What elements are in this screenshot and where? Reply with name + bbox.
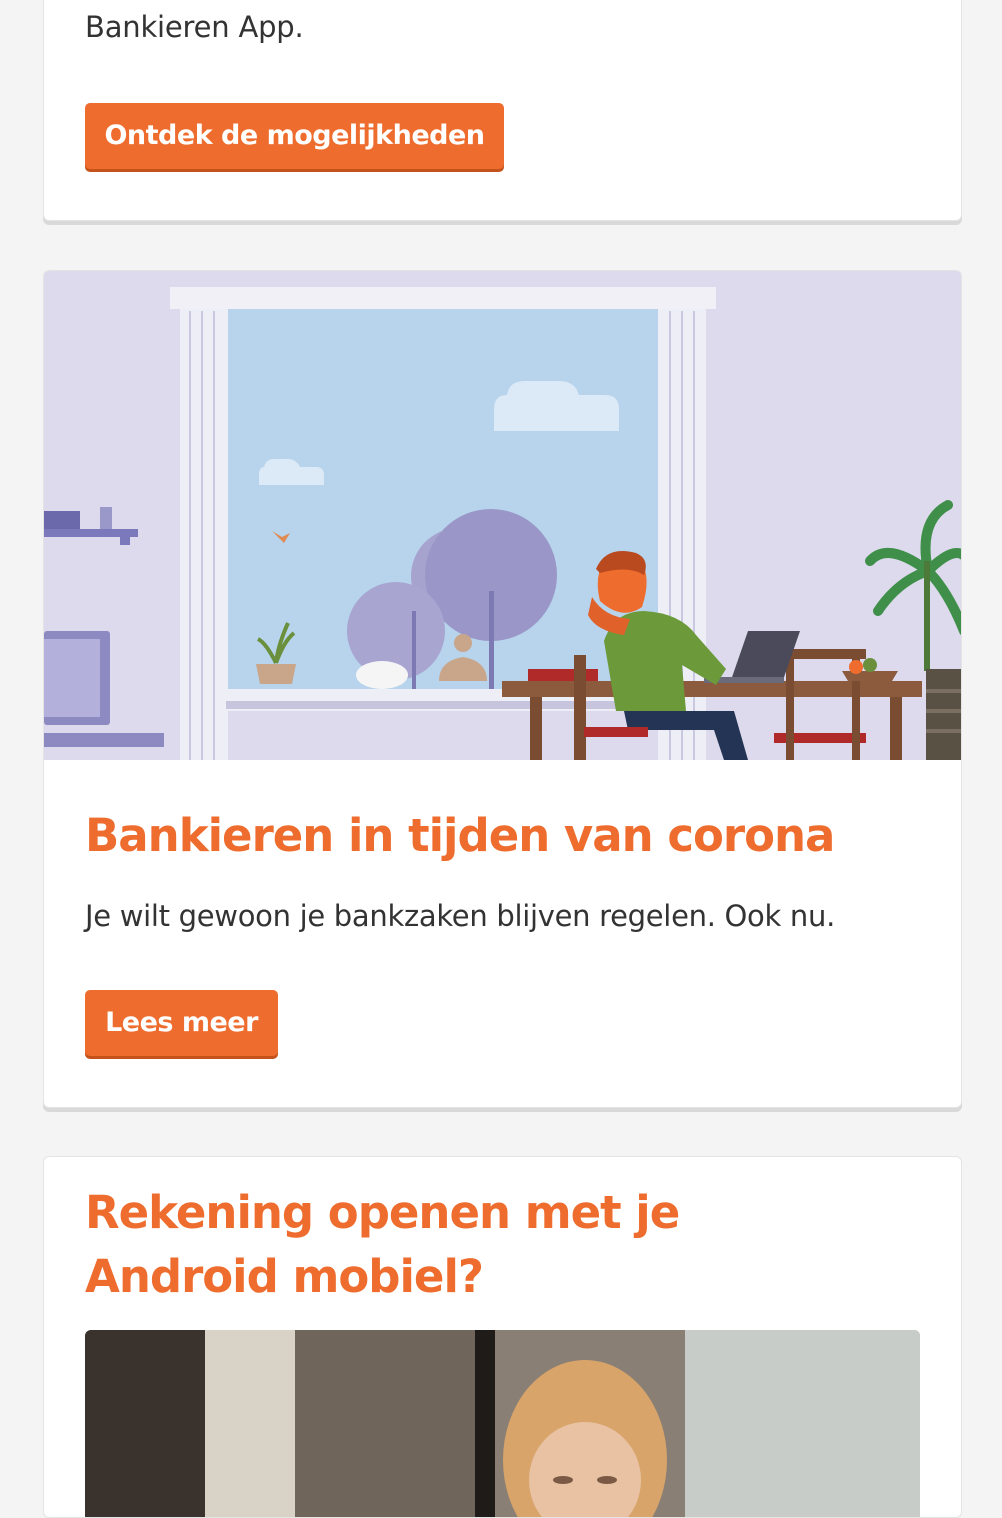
person-working-at-home-illustration (44, 271, 961, 760)
android-account-card: Rekening openen met je Android mobiel? (43, 1156, 962, 1518)
woman-looking-at-phone-photo (85, 1330, 920, 1517)
android-title: Rekening openen met je Android mobiel? (85, 1186, 680, 1303)
promo-app-card: Bankieren App. Ontdek de mogelijkheden (43, 0, 962, 221)
promo-app-description: Bankieren App. (85, 10, 304, 44)
corona-title: Bankieren in tijden van corona (85, 809, 835, 862)
read-more-button[interactable]: Lees meer (85, 990, 278, 1056)
discover-possibilities-button[interactable]: Ontdek de mogelijkheden (85, 103, 504, 169)
corona-card: Bankieren in tijden van corona Je wilt g… (43, 270, 962, 1108)
corona-description: Je wilt gewoon je bankzaken blijven rege… (85, 899, 835, 933)
